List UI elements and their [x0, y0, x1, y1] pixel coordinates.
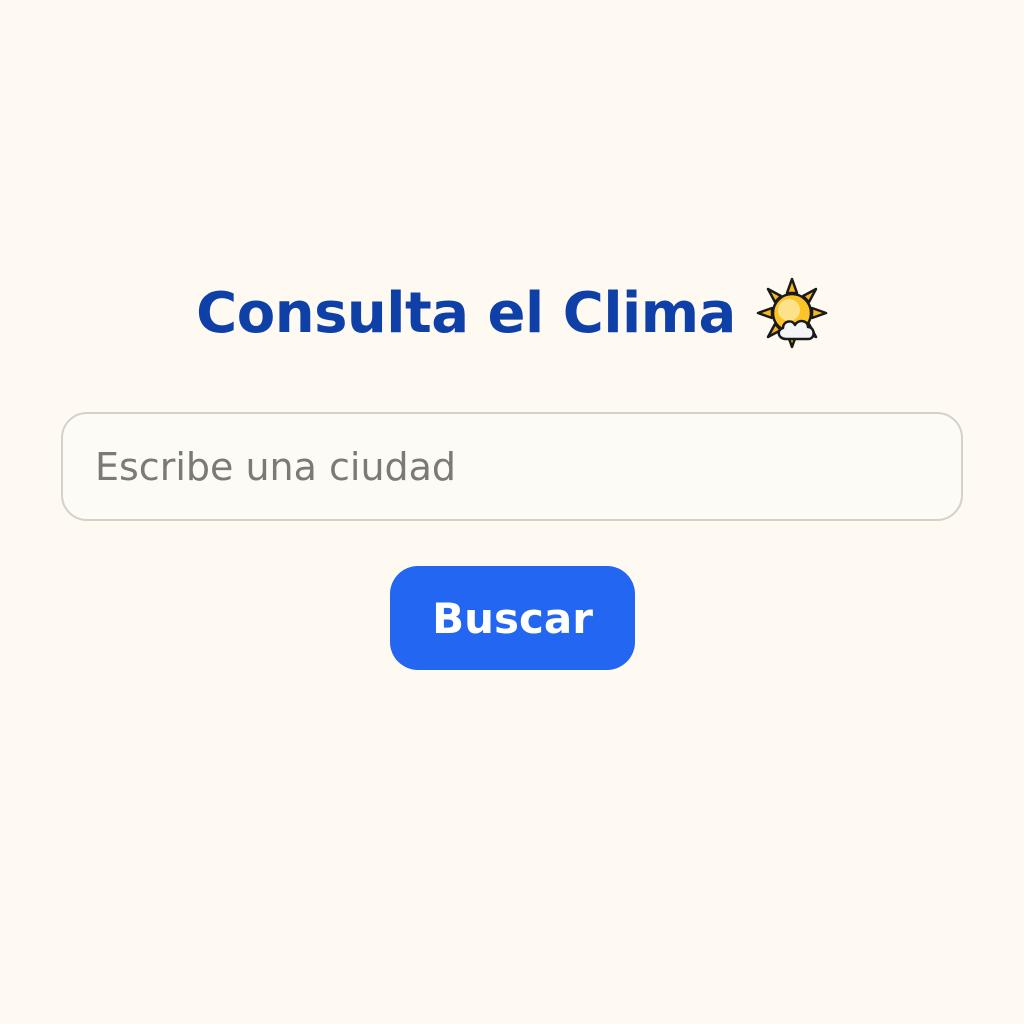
- page-title: Consulta el Clima: [196, 280, 736, 346]
- city-search-input[interactable]: [61, 412, 963, 521]
- sun-behind-cloud-icon: [756, 277, 828, 349]
- search-button[interactable]: Buscar: [390, 566, 635, 670]
- weather-search-page: Consulta el Clima Escribe una ciudad Bus…: [0, 0, 1024, 1024]
- title-row: Consulta el Clima: [0, 270, 1024, 356]
